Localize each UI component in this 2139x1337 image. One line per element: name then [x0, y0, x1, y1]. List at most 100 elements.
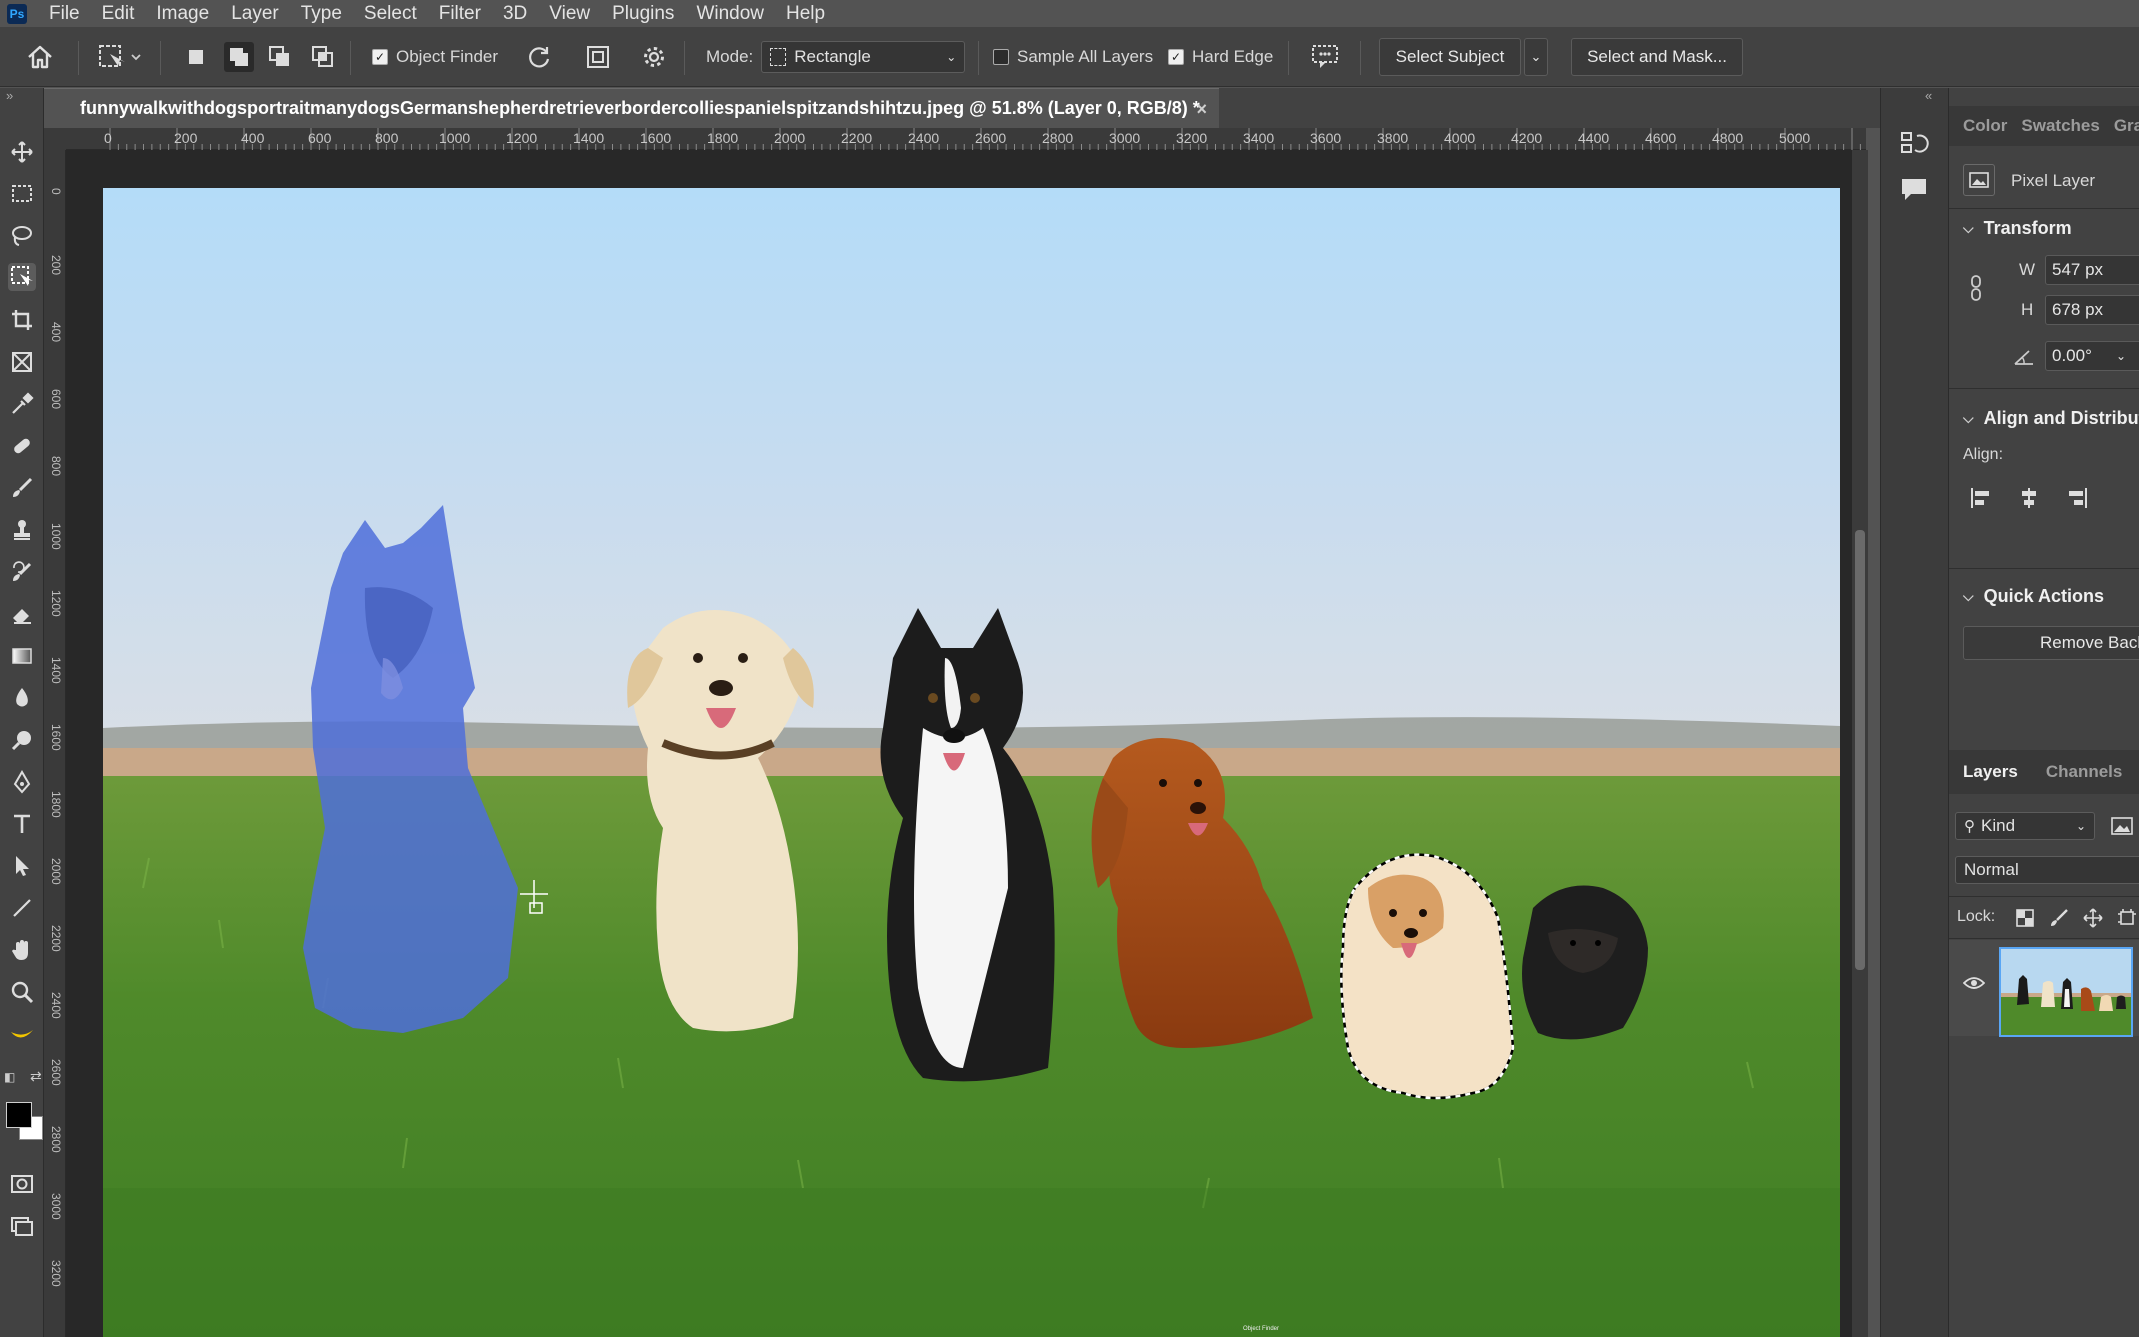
menu-help[interactable]: Help: [786, 3, 825, 25]
height-field[interactable]: 678 px: [2045, 295, 2139, 325]
tab-gradients[interactable]: Gradients: [2114, 116, 2139, 136]
zoom-tool-icon[interactable]: [8, 978, 36, 1006]
default-colors-icon[interactable]: ◧: [4, 1070, 15, 1084]
menu-layer[interactable]: Layer: [231, 3, 279, 25]
remove-background-button[interactable]: Remove Background: [1963, 626, 2139, 660]
hand-tool-icon[interactable]: [8, 936, 36, 964]
tab-swatches[interactable]: Swatches: [2021, 116, 2099, 136]
show-all-objects-icon[interactable]: [585, 27, 611, 87]
mode-dropdown[interactable]: Rectangle ⌄: [761, 41, 966, 73]
lock-transparent-pixels-icon[interactable]: [2015, 908, 2035, 933]
subtract-from-selection-icon[interactable]: [268, 27, 292, 87]
sample-all-layers-checkbox[interactable]: [993, 49, 1009, 65]
clone-stamp-tool-icon[interactable]: [8, 516, 36, 544]
transform-section-header[interactable]: ⌵ Transform: [1963, 218, 2072, 239]
blend-mode-dropdown[interactable]: Normal: [1955, 856, 2139, 884]
eraser-tool-icon[interactable]: [8, 600, 36, 628]
document-canvas-image[interactable]: Object Finder: [103, 188, 1840, 1337]
chevron-down-icon: ⌄: [2075, 819, 2086, 833]
swap-colors-icon[interactable]: ⇄: [30, 1068, 42, 1085]
hard-edge-toggle[interactable]: ✓ Hard Edge: [1168, 27, 1273, 87]
menu-plugins[interactable]: Plugins: [612, 3, 674, 25]
sample-all-layers-toggle[interactable]: Sample All Layers: [993, 27, 1153, 87]
quick-actions-section-header[interactable]: ⌵ Quick Actions: [1963, 586, 2104, 607]
type-tool-icon[interactable]: [8, 810, 36, 838]
gradient-tool-icon[interactable]: [8, 642, 36, 670]
menu-view[interactable]: View: [549, 3, 590, 25]
lasso-tool-icon[interactable]: [8, 222, 36, 250]
menu-type[interactable]: Type: [301, 3, 342, 25]
menu-window[interactable]: Window: [696, 3, 764, 25]
align-section-header[interactable]: ⌵ Align and Distribute: [1963, 408, 2139, 429]
tab-channels[interactable]: Channels: [2046, 762, 2123, 782]
collapse-panels-icon[interactable]: «: [1925, 88, 1932, 103]
sample-all-layers-label: Sample All Layers: [1017, 47, 1154, 66]
home-icon[interactable]: [26, 27, 54, 87]
width-field[interactable]: 547 px: [2045, 255, 2139, 285]
ruler-origin[interactable]: [44, 128, 66, 150]
new-selection-icon[interactable]: [186, 27, 206, 87]
vertical-ruler[interactable]: 0 200 400 600 800 1000 1200 1400 1600 18…: [44, 150, 66, 1337]
object-finder-checkbox[interactable]: ✓: [372, 49, 388, 65]
speech-bubble-icon[interactable]: [1311, 27, 1341, 87]
settings-gear-icon[interactable]: [641, 27, 667, 87]
banana-easter-egg-icon[interactable]: [8, 1020, 36, 1048]
pen-tool-icon[interactable]: [8, 768, 36, 796]
align-right-icon[interactable]: [2065, 486, 2089, 515]
select-subject-button[interactable]: Select Subject: [1379, 38, 1521, 76]
align-center-icon[interactable]: [2017, 486, 2041, 515]
blur-tool-icon[interactable]: [8, 684, 36, 712]
hard-edge-checkbox[interactable]: ✓: [1168, 49, 1184, 65]
lock-image-pixels-icon[interactable]: [2049, 908, 2069, 933]
tool-preset-picker[interactable]: [98, 27, 142, 87]
menu-select[interactable]: Select: [364, 3, 417, 25]
quick-mask-icon[interactable]: [8, 1170, 36, 1198]
frame-tool-icon[interactable]: [8, 348, 36, 376]
menu-edit[interactable]: Edit: [102, 3, 135, 25]
expand-toolbar-icon[interactable]: »: [6, 88, 13, 103]
menu-image[interactable]: Image: [156, 3, 209, 25]
lock-artboard-icon[interactable]: [2117, 908, 2137, 933]
history-brush-tool-icon[interactable]: [8, 558, 36, 586]
healing-brush-tool-icon[interactable]: [8, 432, 36, 460]
menu-3d[interactable]: 3D: [503, 3, 527, 25]
horizontal-ruler[interactable]: 0 200 400 600 800 1000 1200 1400 1600 18…: [66, 128, 1866, 150]
foreground-color-swatch[interactable]: [6, 1102, 32, 1128]
menu-file[interactable]: File: [49, 3, 80, 25]
object-selection-tool-icon[interactable]: [8, 263, 36, 291]
link-dimensions-icon[interactable]: [1969, 274, 1983, 307]
eyedropper-tool-icon[interactable]: [8, 390, 36, 418]
layer-row[interactable]: [1949, 940, 2139, 1037]
object-finder-toggle[interactable]: ✓ Object Finder: [372, 27, 498, 87]
comments-panel-icon[interactable]: [1899, 176, 1929, 209]
screen-mode-icon[interactable]: [8, 1212, 36, 1240]
select-and-mask-button[interactable]: Select and Mask...: [1571, 38, 1743, 76]
scrollbar-thumb[interactable]: [1855, 530, 1865, 970]
visibility-eye-icon[interactable]: [1962, 976, 1986, 995]
move-tool-icon[interactable]: [8, 138, 36, 166]
select-subject-chevron-down-icon[interactable]: ⌄: [1524, 38, 1548, 76]
document-tab[interactable]: funnywalkwithdogsportraitmanydogsGermans…: [44, 88, 1219, 128]
tab-layers[interactable]: Layers: [1963, 762, 2018, 782]
add-to-selection-icon[interactable]: [224, 27, 254, 87]
align-left-icon[interactable]: [1969, 486, 1993, 515]
layer-filter-dropdown[interactable]: ⚲ Kind ⌄: [1955, 812, 2095, 840]
close-tab-icon[interactable]: ×: [1196, 99, 1207, 120]
dodge-tool-icon[interactable]: [8, 726, 36, 754]
refresh-icon[interactable]: [526, 27, 552, 87]
lock-position-icon[interactable]: [2083, 908, 2103, 933]
crop-tool-icon[interactable]: [8, 306, 36, 334]
marquee-tool-icon[interactable]: [8, 180, 36, 208]
layer-thumbnail[interactable]: [1999, 947, 2133, 1037]
history-panel-icon[interactable]: [1899, 130, 1929, 163]
photoshop-logo[interactable]: Ps: [7, 3, 27, 24]
line-tool-icon[interactable]: [8, 894, 36, 922]
angle-field[interactable]: 0.00° ⌄: [2045, 341, 2139, 371]
filter-image-icon[interactable]: [2111, 816, 2133, 841]
align-title: Align and Distribute: [1983, 408, 2139, 428]
path-selection-tool-icon[interactable]: [8, 852, 36, 880]
menu-filter[interactable]: Filter: [439, 3, 481, 25]
intersect-selection-icon[interactable]: [311, 27, 335, 87]
tab-color[interactable]: Color: [1963, 116, 2007, 136]
brush-tool-icon[interactable]: [8, 474, 36, 502]
